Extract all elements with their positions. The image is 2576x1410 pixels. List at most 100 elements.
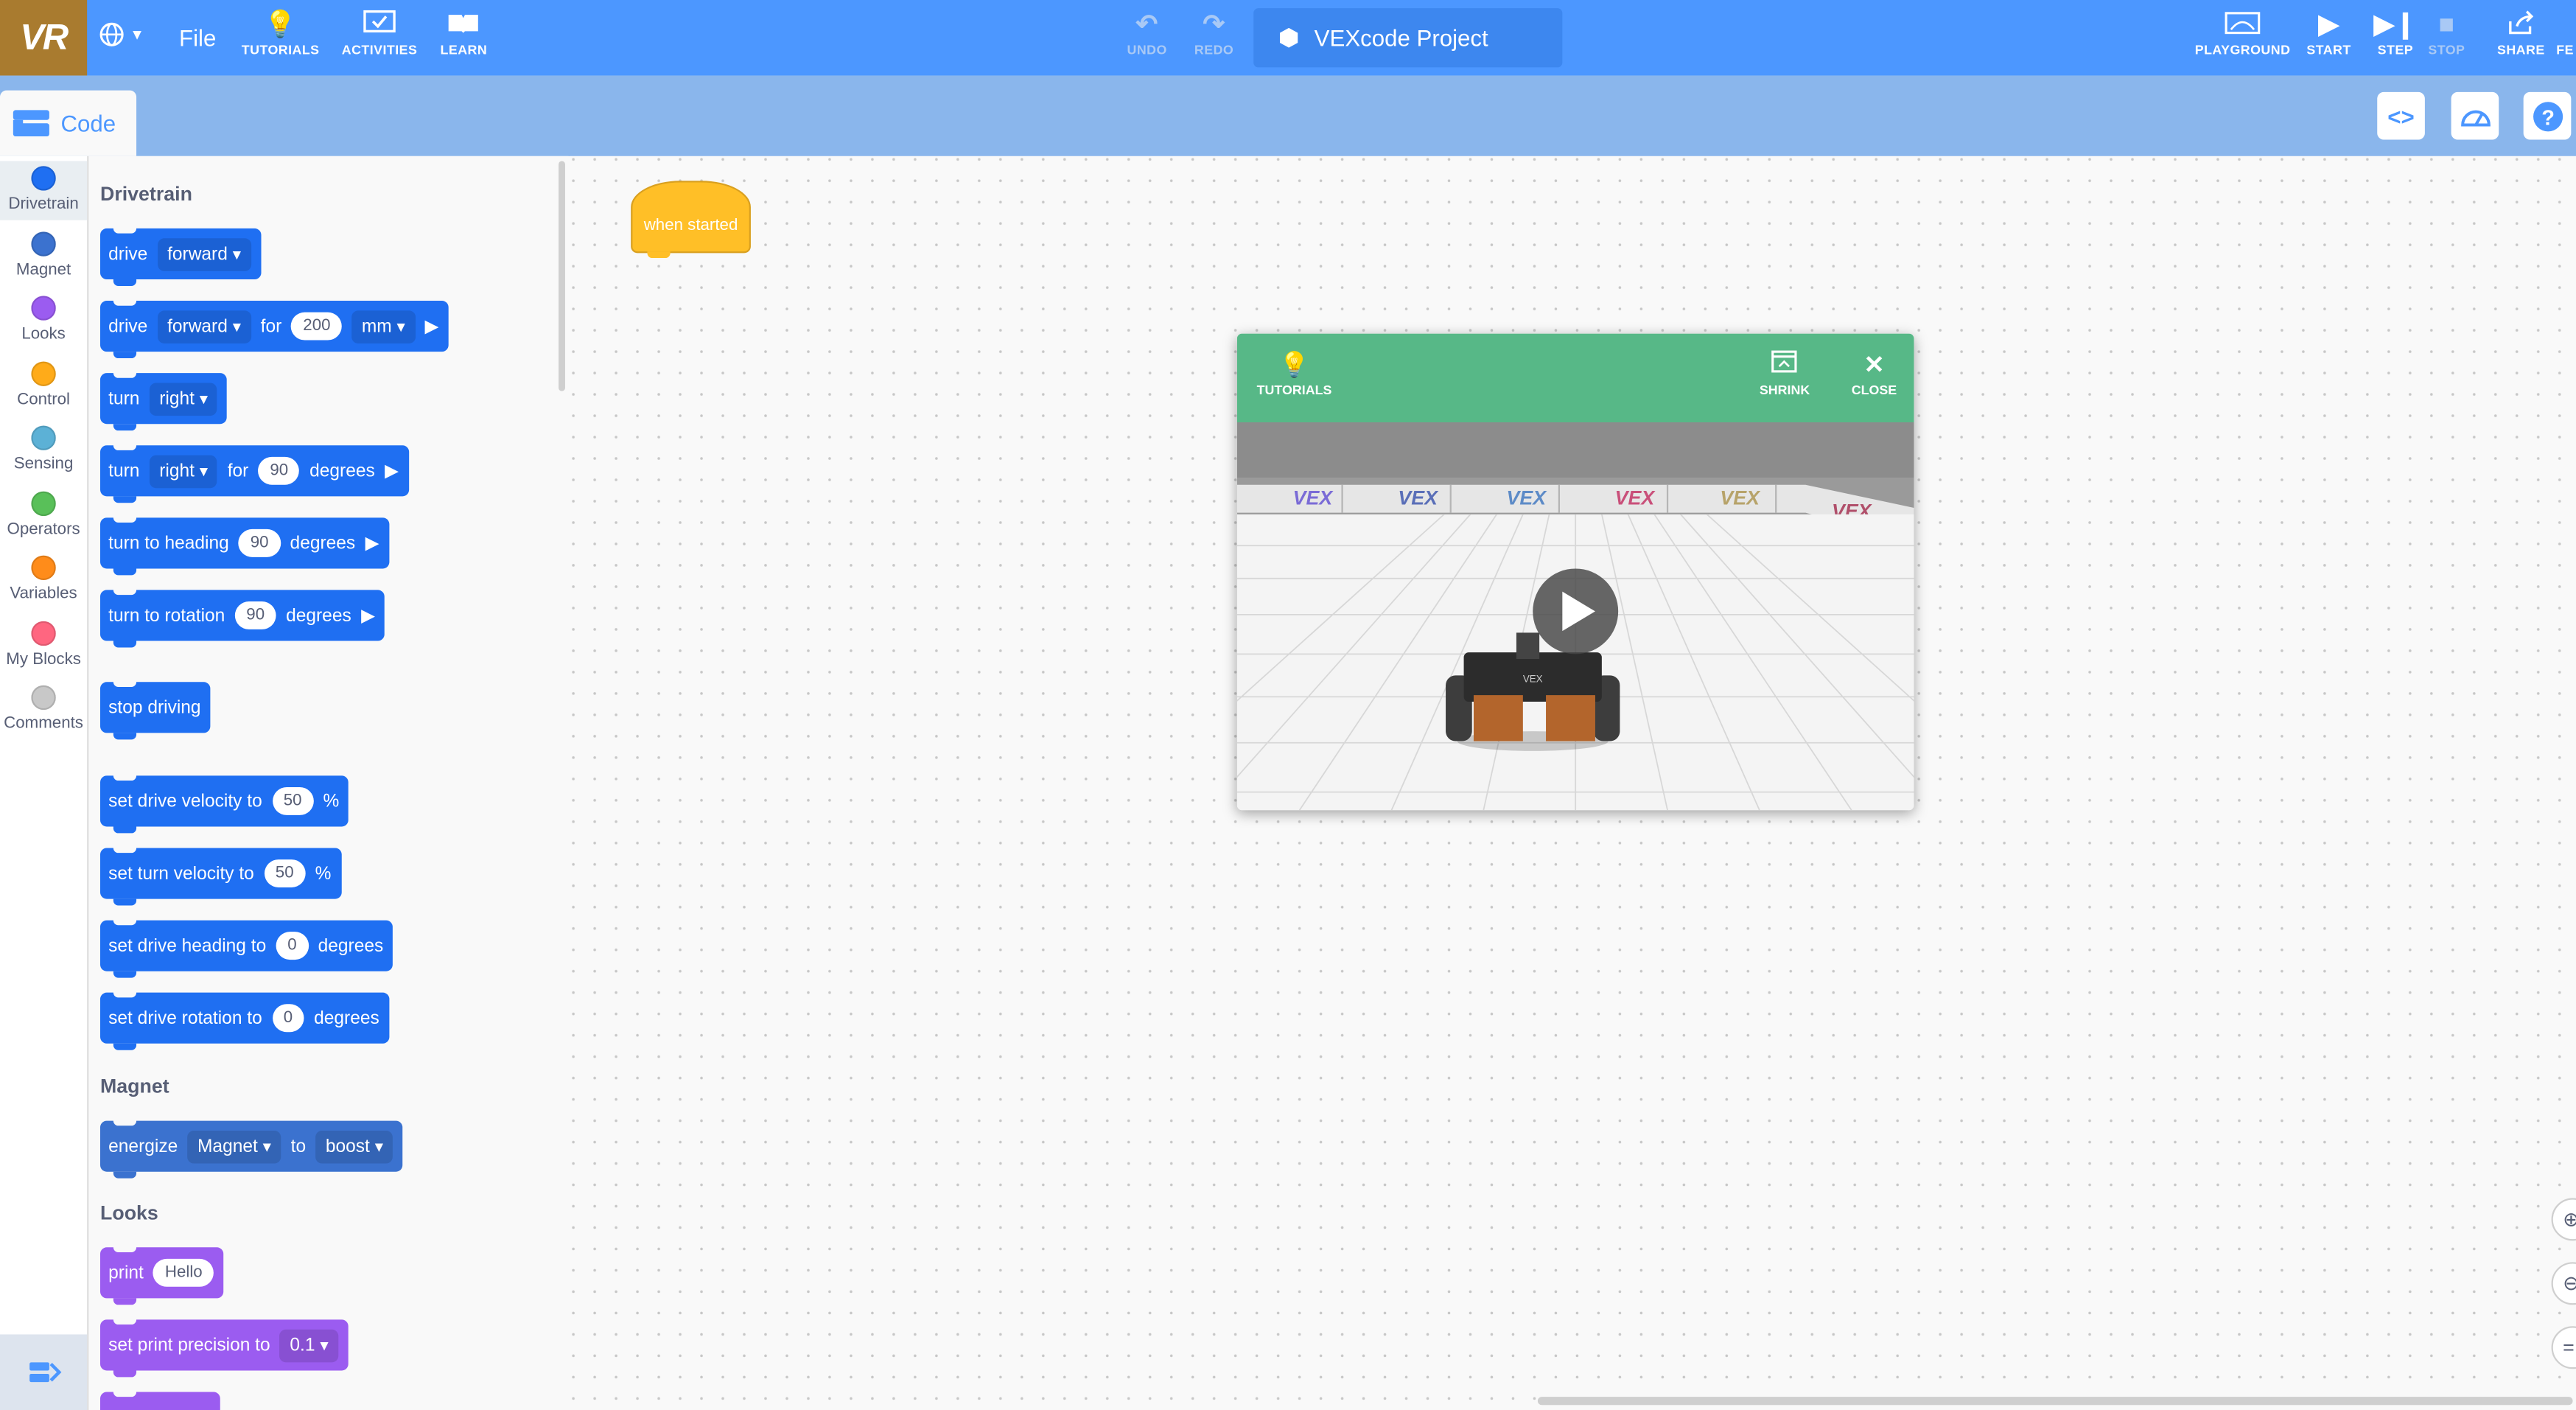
category-control[interactable]: Control [0,361,87,409]
block-text: degrees [290,533,356,554]
category-label: Sensing [13,455,74,474]
help-button[interactable]: ? [2523,91,2572,140]
share-button[interactable]: SHARE [2497,10,2545,57]
code-viewer-button[interactable]: <> [2377,91,2425,140]
degrees-input[interactable]: 90 [258,456,300,485]
block-energize-magnet[interactable]: energize Magnet ▾ to boost ▾ [100,1119,403,1179]
turn-direction-dropdown[interactable]: right ▾ [149,382,218,415]
block-set-drive-rotation[interactable]: set drive rotation to 0 degrees [100,991,390,1050]
expand-arrow-icon[interactable]: ▶ [385,460,399,482]
magnet-dropdown[interactable]: Magnet ▾ [187,1129,281,1163]
activities-button[interactable]: ACTIVITIES [342,10,418,57]
dropdown-value: forward [167,316,228,336]
turn-direction-dropdown[interactable]: right ▾ [149,454,218,488]
distance-input[interactable]: 200 [291,312,343,341]
field-render: VEX VEX VEX VEX VEX VEX VEX [1236,422,1914,811]
block-set-turn-velocity[interactable]: set turn velocity to 50 % [100,846,341,906]
block-text: drive [108,244,148,264]
project-name-field[interactable]: VEXcode Project [1253,8,1563,68]
block-turn-for[interactable]: turn right ▾ for 90 degrees ▶ [100,443,409,503]
heading-input[interactable]: 0 [276,932,309,960]
block-set-print-precision[interactable]: set print precision to 0.1 ▾ [100,1318,349,1378]
block-text: turn [108,461,140,481]
block-set-drive-heading[interactable]: set drive heading to 0 degrees [100,918,393,978]
vr-logo[interactable]: VR [0,0,88,76]
play-video-button[interactable] [1533,568,1619,655]
block-text: degrees [309,461,375,481]
file-menu[interactable]: File [179,24,216,51]
start-button[interactable]: ▶ START [2306,10,2351,57]
feedback-button[interactable]: FE [2556,10,2574,57]
print-input[interactable]: Hello [153,1258,214,1287]
code-tab-bar [0,75,2576,156]
step-icon: ▶❙ [2373,11,2418,40]
magnet-dot-icon [31,231,56,256]
palette-scrollbar[interactable] [559,161,565,391]
category-sensing[interactable]: Sensing [0,425,87,473]
block-when-started[interactable]: when started [631,181,751,259]
block-turn-to-heading[interactable]: turn to heading 90 degrees ▶ [100,516,389,576]
activities-label: ACTIVITIES [341,42,418,58]
block-drive-for[interactable]: drive forward ▾ for 200 mm ▾ ▶ [100,299,449,359]
category-label: Operators [7,520,80,540]
expand-arrow-icon[interactable]: ▶ [365,532,379,554]
extensions-button[interactable] [0,1334,88,1410]
tutorials-button[interactable]: 💡 TUTORIALS [242,10,320,57]
block-text: set drive velocity to [108,791,262,812]
expand-arrow-icon[interactable]: ▶ [425,315,439,337]
start-label: START [2306,42,2351,58]
direction-dropdown[interactable]: forward ▾ [157,310,251,343]
block-partial[interactable] [100,1390,220,1410]
redo-icon: ↷ [1203,11,1225,40]
playground-tutorials-button[interactable]: 💡 TUTORIALS [1257,350,1332,397]
caret-down-icon: ▾ [396,318,405,336]
block-drive[interactable]: drive forward ▾ [100,226,261,286]
category-label: Magnet [15,261,71,280]
direction-dropdown[interactable]: forward ▾ [157,237,251,271]
playground-button[interactable]: PLAYGROUND [2195,10,2291,57]
stop-button[interactable]: ■ STOP [2428,10,2465,57]
rotation-input[interactable]: 90 [234,601,276,629]
tab-code[interactable]: Code [0,90,137,156]
category-operators[interactable]: Operators [0,491,87,540]
precision-dropdown[interactable]: 0.1 ▾ [280,1328,338,1362]
category-comments[interactable]: Comments [0,685,87,733]
redo-button[interactable]: ↷ REDO [1194,10,1233,57]
category-drivetrain[interactable]: Drivetrain [0,161,88,220]
dropdown-value: mm [361,316,392,336]
category-magnet[interactable]: Magnet [0,231,87,279]
category-variables[interactable]: Variables [0,555,87,603]
block-turn[interactable]: turn right ▾ [100,371,228,431]
operators-dot-icon [31,491,56,517]
velocity-input[interactable]: 50 [264,859,306,887]
block-set-drive-velocity[interactable]: set drive velocity to 50 % [100,774,349,834]
language-menu[interactable]: ▼ [99,21,144,48]
block-print[interactable]: print Hello [100,1246,224,1305]
workspace-scrollbar[interactable] [1537,1397,2573,1406]
block-turn-to-rotation[interactable]: turn to rotation 90 degrees ▶ [100,588,385,648]
block-text: % [323,791,340,812]
units-dropdown[interactable]: mm ▾ [351,310,416,343]
magnet-mode-dropdown[interactable]: boost ▾ [315,1129,393,1163]
rotation-input[interactable]: 0 [272,1004,304,1033]
expand-arrow-icon[interactable]: ▶ [361,604,375,627]
undo-button[interactable]: ↶ UNDO [1127,10,1167,57]
stop-icon: ■ [2438,11,2455,40]
category-looks[interactable]: Looks [0,296,87,343]
close-button[interactable]: ✕ CLOSE [1852,350,1897,397]
svg-text:?: ? [2541,105,2554,129]
category-my-blocks[interactable]: My Blocks [0,621,87,669]
velocity-input[interactable]: 50 [272,786,314,815]
wall-logo: VEX [1293,486,1334,509]
stop-label: STOP [2428,42,2465,58]
dashboard-button[interactable] [2451,91,2499,140]
undo-label: UNDO [1127,42,1167,58]
playground-scene[interactable]: VEX VEX VEX VEX VEX VEX VEX [1236,422,1914,811]
heading-input[interactable]: 90 [239,528,281,557]
learn-button[interactable]: LEARN [441,10,488,57]
step-button[interactable]: ▶❙ STEP [2374,10,2417,57]
category-label: Looks [21,325,66,343]
shrink-button[interactable]: SHRINK [1760,350,1810,398]
playground-header: 💡 TUTORIALS SHRINK ✕ CLOSE [1236,333,1914,423]
block-stop-driving[interactable]: stop driving [100,680,211,740]
